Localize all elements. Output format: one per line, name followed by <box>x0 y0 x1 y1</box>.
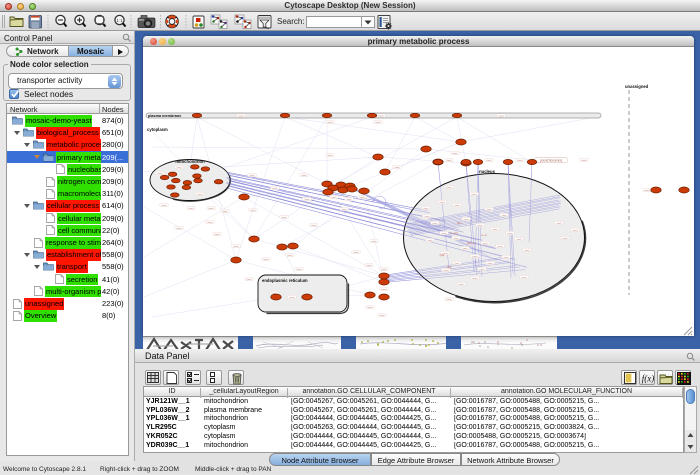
svg-text:(text): (text) <box>162 204 167 207</box>
svg-text:(text): (text) <box>273 187 278 190</box>
svg-text:x(x)—x: x(x)—x <box>467 241 476 245</box>
svg-text:(text): (text) <box>504 256 509 259</box>
svg-text:cytoplasm: cytoplasm <box>147 127 168 132</box>
svg-text:(text): (text) <box>425 215 430 218</box>
svg-text:(text): (text) <box>239 114 244 117</box>
svg-text:(text): (text) <box>502 214 507 217</box>
svg-text:(text): (text) <box>234 245 239 248</box>
svg-text:(text): (text) <box>472 193 477 196</box>
svg-text:(text): (text) <box>367 264 372 267</box>
svg-text:(text): (text) <box>177 227 182 230</box>
svg-text:f(x): f(x) <box>642 374 655 384</box>
svg-text:(text): (text) <box>297 268 302 271</box>
svg-text:(text): (text) <box>518 159 523 162</box>
svg-text:(text): (text) <box>522 276 527 279</box>
svg-text:plasma membrane: plasma membrane <box>148 114 181 118</box>
svg-text:x—x: x—x <box>481 233 487 237</box>
svg-text:(text): (text) <box>557 222 562 225</box>
svg-text:(text): (text) <box>573 229 578 232</box>
svg-text:(text): (text) <box>459 283 464 286</box>
svg-text:(xxxxOxxxxxxx): (xxxxOxxxxxxx) <box>540 158 562 162</box>
svg-text:(text): (text) <box>464 218 469 221</box>
svg-text:(text): (text) <box>563 237 568 240</box>
svg-text:(text): (text) <box>360 196 365 199</box>
svg-text:Search:: Search: <box>277 17 305 26</box>
svg-text:(text): (text) <box>158 172 163 175</box>
svg-text:(text): (text) <box>312 224 317 227</box>
svg-text:(text): (text) <box>525 249 530 252</box>
svg-text:(text): (text) <box>395 166 400 169</box>
svg-text:(text): (text) <box>645 189 650 192</box>
svg-text:(text): (text) <box>290 296 295 299</box>
svg-text:(text): (text) <box>354 251 359 254</box>
svg-text:(x)x: (x)x <box>440 253 445 257</box>
svg-text:(text): (text) <box>493 228 498 231</box>
svg-text:(text): (text) <box>177 166 182 169</box>
svg-text:(text): (text) <box>498 245 503 248</box>
svg-text:(text): (text) <box>347 198 352 201</box>
svg-text:(text): (text) <box>282 216 287 219</box>
svg-text:(text): (text) <box>328 154 333 157</box>
svg-text:(text): (text) <box>444 269 449 272</box>
svg-text:(text): (text) <box>215 233 220 236</box>
svg-text:(text): (text) <box>250 174 255 177</box>
svg-text:(text): (text) <box>582 159 587 162</box>
svg-text:(text): (text) <box>499 114 504 117</box>
svg-text:(text): (text) <box>332 196 337 199</box>
svg-text:(text): (text) <box>424 207 429 210</box>
svg-text:(text): (text) <box>447 186 452 189</box>
svg-text:(text): (text) <box>368 306 373 309</box>
svg-text:(text): (text) <box>487 208 492 211</box>
svg-text:(text): (text) <box>442 232 447 235</box>
svg-text:(text): (text) <box>517 238 522 241</box>
svg-text:(text): (text) <box>463 247 468 250</box>
svg-text:x(x): x(x) <box>447 265 452 269</box>
svg-text:(text): (text) <box>198 193 203 196</box>
svg-text:(text): (text) <box>488 262 493 265</box>
svg-text:(text): (text) <box>264 258 269 261</box>
svg-text:endoplasmic reticulum: endoplasmic reticulum <box>262 278 308 283</box>
svg-text:(text): (text) <box>342 208 347 211</box>
svg-text:(text): (text) <box>508 232 513 235</box>
svg-text:mitochondrion: mitochondrion <box>175 159 205 164</box>
svg-text:(text): (text) <box>473 255 478 258</box>
svg-text:x—(x): x—(x) <box>450 231 458 235</box>
svg-text:(text): (text) <box>483 242 488 245</box>
svg-text:unassigned: unassigned <box>625 84 649 89</box>
svg-text:(text): (text) <box>473 277 478 280</box>
svg-text:(text): (text) <box>208 221 213 224</box>
svg-text:(text): (text) <box>447 159 452 162</box>
svg-text:(text): (text) <box>376 121 381 124</box>
svg-text:1:1: 1:1 <box>116 18 123 23</box>
svg-text:(text): (text) <box>455 262 460 265</box>
svg-text:(text): (text) <box>440 201 445 204</box>
svg-text:(text): (text) <box>478 224 483 227</box>
svg-text:(text): (text) <box>487 159 492 162</box>
svg-text:(text): (text) <box>453 152 458 155</box>
svg-text:(text): (text) <box>480 268 485 271</box>
svg-text:(text): (text) <box>382 288 387 291</box>
svg-text:(text): (text) <box>380 314 385 317</box>
svg-text:(text): (text) <box>223 210 228 213</box>
svg-text:(text): (text) <box>247 278 252 281</box>
svg-text:(text): (text) <box>288 254 293 257</box>
svg-text:(text): (text) <box>189 207 194 210</box>
svg-text:(x)—: (x)— <box>457 221 463 225</box>
svg-text:(text): (text) <box>382 268 387 271</box>
svg-text:(text): (text) <box>251 209 256 212</box>
svg-text:(text): (text) <box>447 298 452 301</box>
svg-text:(text): (text) <box>379 114 384 117</box>
svg-text:(text): (text) <box>455 204 460 207</box>
svg-text:(text): (text) <box>372 240 377 243</box>
svg-text:(text): (text) <box>454 237 459 240</box>
svg-text:nucleus: nucleus <box>479 169 495 174</box>
svg-text:(text): (text) <box>428 239 433 242</box>
svg-text:(text): (text) <box>433 222 438 225</box>
svg-text:(text): (text) <box>305 198 310 201</box>
svg-text:(text): (text) <box>209 207 214 210</box>
svg-text:(text): (text) <box>302 174 307 177</box>
svg-text:(text): (text) <box>328 121 333 124</box>
